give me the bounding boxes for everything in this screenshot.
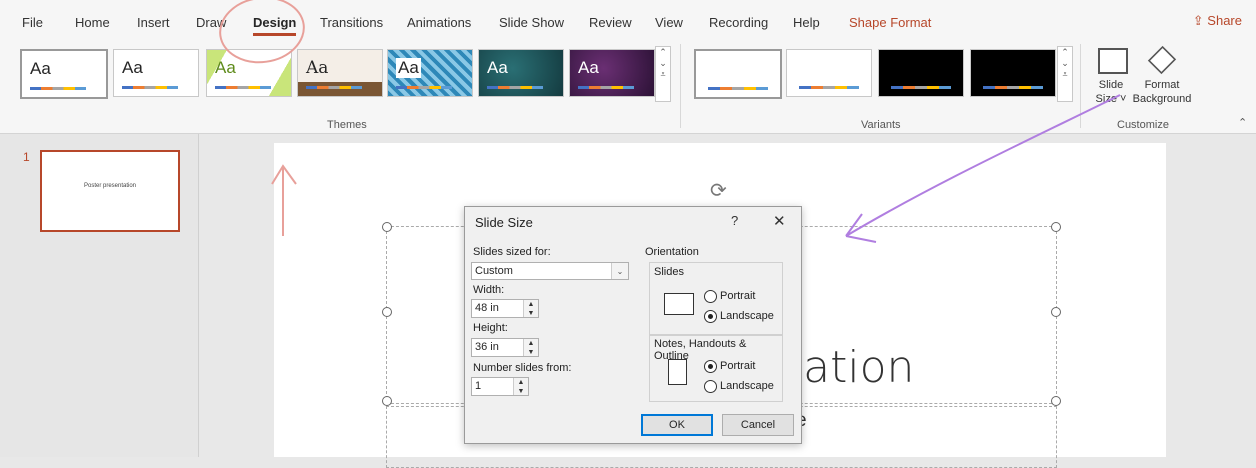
ok-button[interactable]: OK xyxy=(641,414,713,436)
slides-portrait-radio[interactable] xyxy=(704,290,717,303)
portrait-page-icon xyxy=(668,359,687,385)
height-value: 36 in xyxy=(475,341,499,353)
arrow-annotation xyxy=(845,94,1121,243)
help-button[interactable]: ? xyxy=(731,213,738,228)
spin-down-icon[interactable]: ▼ xyxy=(523,308,538,317)
arrow-up-annotation xyxy=(271,164,297,236)
slide-size-dialog: Slide Size ? ✕ Slides sized for: Custom … xyxy=(464,206,802,444)
width-value: 48 in xyxy=(475,302,499,314)
spin-up-icon[interactable]: ▲ xyxy=(523,300,538,309)
slides-sized-for-select[interactable]: Custom ⌄ xyxy=(471,262,629,280)
slides-orientation-group: Slides Portrait Landscape xyxy=(649,262,783,336)
close-button[interactable]: ✕ xyxy=(773,212,786,230)
width-label: Width: xyxy=(473,284,505,296)
notes-landscape-label[interactable]: Landscape xyxy=(720,380,774,392)
cancel-button[interactable]: Cancel xyxy=(722,414,794,436)
slides-sized-for-label: Slides sized for: xyxy=(473,246,551,258)
spin-down-icon[interactable]: ▼ xyxy=(523,347,538,356)
slides-group-label: Slides xyxy=(654,266,684,278)
number-slides-from-input[interactable]: 1 ▲ ▼ xyxy=(471,377,529,396)
notes-orientation-group: Notes, Handouts & Outline Portrait Lands… xyxy=(649,334,783,402)
width-input[interactable]: 48 in ▲ ▼ xyxy=(471,299,539,318)
number-slides-from-value: 1 xyxy=(475,380,482,392)
orientation-label: Orientation xyxy=(645,246,699,258)
slides-sized-for-value: Custom xyxy=(475,265,513,277)
notes-landscape-radio[interactable] xyxy=(704,380,717,393)
slides-landscape-radio[interactable] xyxy=(704,310,717,323)
chevron-down-icon: ⌄ xyxy=(611,263,628,279)
slides-portrait-label[interactable]: Portrait xyxy=(720,290,755,302)
circle-annotation xyxy=(219,0,305,64)
spin-down-icon[interactable]: ▼ xyxy=(513,386,528,395)
landscape-page-icon xyxy=(664,293,694,315)
number-slides-from-label: Number slides from: xyxy=(473,362,572,374)
height-label: Height: xyxy=(473,322,508,334)
notes-portrait-radio[interactable] xyxy=(704,360,717,373)
slides-landscape-label[interactable]: Landscape xyxy=(720,310,774,322)
notes-portrait-label[interactable]: Portrait xyxy=(720,360,755,372)
spin-up-icon[interactable]: ▲ xyxy=(523,339,538,348)
height-input[interactable]: 36 in ▲ ▼ xyxy=(471,338,539,357)
spin-up-icon[interactable]: ▲ xyxy=(513,378,528,387)
dialog-title: Slide Size xyxy=(475,215,533,230)
